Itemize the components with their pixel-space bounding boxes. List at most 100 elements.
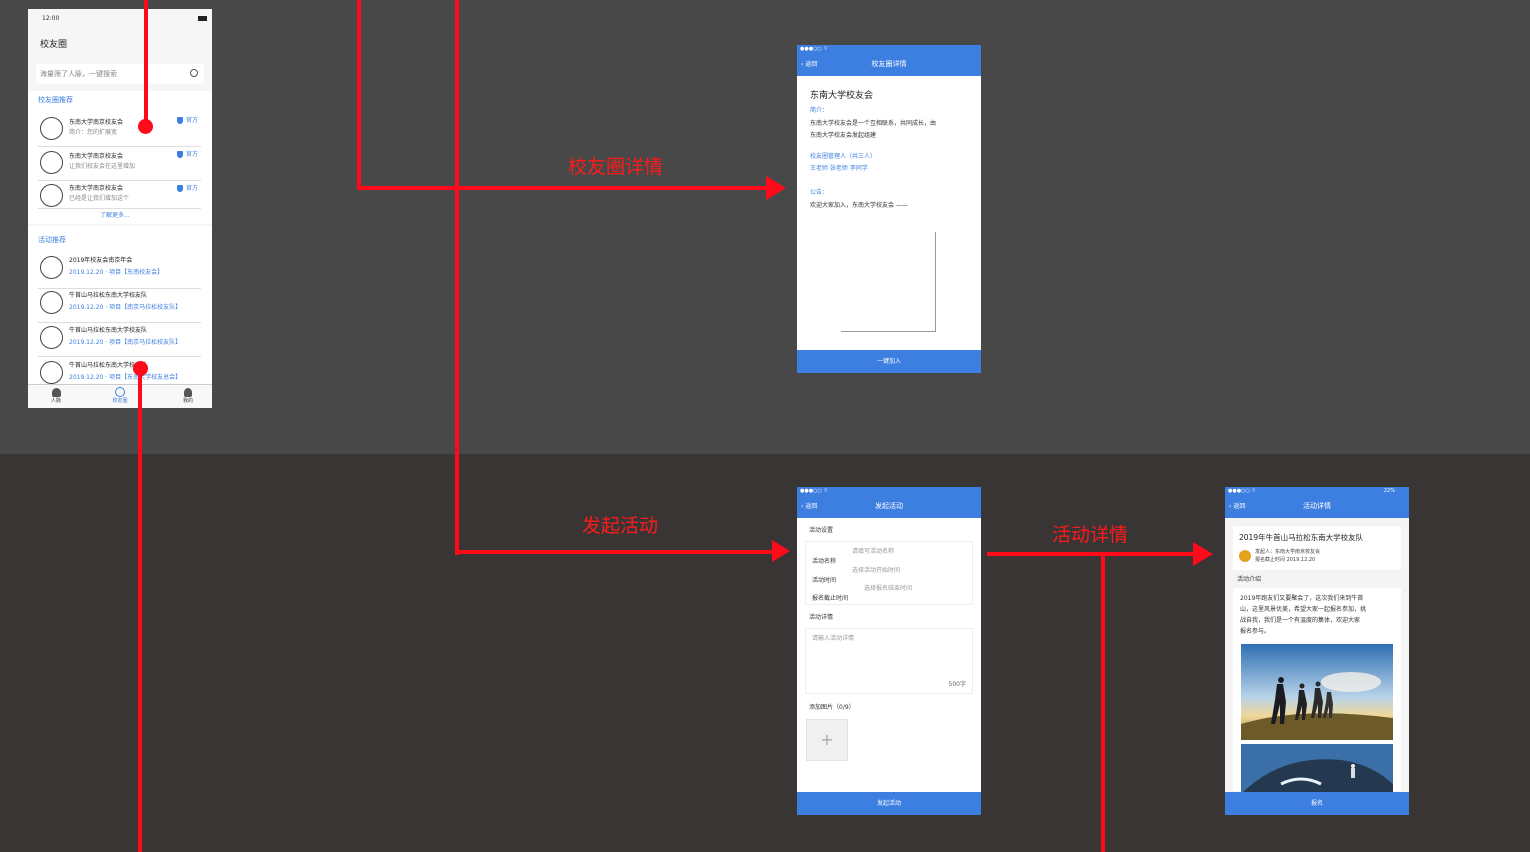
add-person-icon [51,388,61,397]
battery-icon [198,16,207,21]
screen-alumni-list: 12:00 校友圈 海量筛了人脉，一键搜索 校友圈推荐 东南大学南京校友会 简介… [28,9,212,408]
flow-line [455,0,459,555]
event-name: 2019年校友会南京年会 [69,257,133,264]
host-deadline: 报名截止时间 2019.12.20 [1255,557,1316,563]
host-avatar [1239,550,1251,562]
shield-icon [177,151,183,158]
flow-line [144,0,148,127]
screen-create-event: ●●●○○ ⌔ ‹ 返回 发起活动 活动设置 活动名称 请填写活动名称 活动时间… [797,487,981,815]
flow-label-create-event: 发起活动 [582,515,659,537]
avatar [40,256,63,279]
nav-title: 发起活动 [875,502,903,510]
event-name-field[interactable]: 活动名称 请填写活动名称 [812,548,968,565]
signup-button[interactable]: 报名 [1225,792,1409,815]
status-bar: ●●●○○ ⌔ 22% [1228,488,1395,494]
event-meta: 2019.12.20 · 项目【南京马拉松校友队】 [69,339,182,346]
club-section: 校友圈推荐 东南大学南京校友会 简介：您的扩展宽 官方 东南大学南京校友会 让我… [28,91,212,224]
textarea-placeholder: 请输入活动详情 [812,635,855,642]
event-meta: 2019.12.20 · 项目【东南校友会】 [69,269,164,276]
avatar [40,361,63,384]
flow-line [138,368,142,852]
search-icon [190,69,198,77]
event-section: 活动推荐 2019年校友会南京年会 2019.12.20 · 项目【东南校友会】… [28,226,212,384]
launch-event-button[interactable]: 发起活动 [797,792,981,815]
official-badge: 官方 [186,117,199,124]
notice-label: 公告： [810,189,829,196]
tab-label: 人脉 [50,398,61,404]
circle-icon [115,387,125,397]
section-add-image: 添加图片（0/9） [809,704,855,711]
upper-panel [0,0,1530,454]
intro-text: 东南大学校友会是一个互相联系，共同成长，由 [810,120,937,127]
join-button[interactable]: 一键加入 [797,350,981,373]
flow-line [455,550,773,554]
event-item[interactable]: 牛首山马拉松东南大学校友队 2019.12.20 · 项目【南京马拉松校友队】 [28,322,212,356]
club-item[interactable]: 东南大学南京校友会 让我们校友会在这里增加 官方 [28,147,212,179]
club-desc: 简介：您的扩展宽 [69,129,118,136]
tab-label: 校友圈 [112,398,128,404]
section-event-detail: 活动详情 [809,614,834,621]
host-name: 发起人：东南大学南京校友会 [1255,549,1321,555]
shield-icon [177,117,183,124]
status-bar: ●●●○○ ⌔ [800,488,829,494]
event-title: 2019年牛首山马拉松东南大学校友队 [1239,533,1364,542]
club-item[interactable]: 东南大学南京校友会 简介：您的扩展宽 官方 [28,111,212,145]
tab-me[interactable]: 我的 [176,387,200,407]
event-item[interactable]: 牛首山马拉松东南大学校友队 2019.12.20 · 项目【南京马拉松校友队】 [28,287,212,321]
event-name: 牛首山马拉松东南大学校友队 [69,327,148,334]
club-desc: 让我们校友会在这里增加 [69,163,136,170]
battery-level: 22% [1383,488,1395,494]
flow-label-club-detail: 校友圈详情 [568,156,664,178]
event-header-card: 2019年牛首山马拉松东南大学校友队 发起人：东南大学南京校友会 报名截止时间 … [1233,526,1401,570]
flow-node [133,361,148,376]
section-event-intro: 活动介绍 [1237,576,1262,583]
detail-textarea[interactable]: 请输入活动详情 500字 [805,628,973,694]
event-time-field[interactable]: 活动时间 选择活动开始时间 [812,567,968,584]
official-badge: 官方 [186,185,199,192]
search-input[interactable]: 海量筛了人脉，一键搜索 [36,64,204,84]
deadline-field[interactable]: 报名截止时间 选择报名结束时间 [812,585,968,602]
flow-label-event-detail: 活动详情 [1052,524,1129,546]
field-label: 活动名称 [812,558,837,565]
club-title: 东南大学校友会 [810,91,874,101]
club-desc: 已经是让我们增加这个 [69,195,130,202]
status-time: 12:00 [42,15,60,22]
section-title-clubs: 校友圈推荐 [38,96,73,104]
add-image-button[interactable]: + [806,719,848,761]
tab-alumni-circle[interactable]: 校友圈 [108,387,132,407]
nav-title: 活动详情 [1303,502,1331,510]
nav-bar: ●●●○○ ⌔ ‹ 返回 校友圈详情 [797,45,981,76]
club-name: 东南大学南京校友会 [69,185,124,192]
image-placeholder [841,232,936,332]
intro-paragraph: 战自我，我们是一个有温度的集体，欢迎大家 [1240,617,1361,624]
settings-card: 活动名称 请填写活动名称 活动时间 选择活动开始时间 报名截止时间 选择报名结束… [805,541,973,605]
avatar [40,326,63,349]
tab-label: 我的 [182,398,193,404]
flow-line [357,0,361,190]
person-icon [184,388,192,397]
search-placeholder: 海量筛了人脉，一键搜索 [40,70,117,78]
intro-text: 东南大学校友会发起组建 [810,132,877,139]
screen-club-detail: ●●●○○ ⌔ ‹ 返回 校友圈详情 东南大学校友会 简介： 东南大学校友会是一… [797,45,981,373]
event-meta: 2019.12.20 · 项目【东南大学校友总会】 [69,374,182,381]
event-item[interactable]: 2019年校友会南京年会 2019.12.20 · 项目【东南校友会】 [28,252,212,286]
admin-names[interactable]: 王老师 张老师 李同学 [810,165,868,173]
official-badge: 官方 [186,151,199,158]
event-name: 牛首山马拉松东南大学校友队 [69,292,148,299]
divider [38,208,201,209]
flow-node [138,119,153,134]
char-counter: 500字 [948,681,966,688]
section-title-events: 活动推荐 [38,236,66,244]
intro-card: 2019年跑友们又要聚会了，这次我们来到牛首 山，这里风景优美，希望大家一起报名… [1233,588,1401,794]
shield-icon [177,185,183,192]
tab-contacts[interactable]: 人脉 [44,387,68,407]
avatar [40,291,63,314]
more-link[interactable]: 了解更多... [100,212,130,220]
notice-text: 欢迎大家加入，东南大学校友会 —— [810,202,908,209]
tab-bar: 人脉 校友圈 我的 [28,384,212,408]
avatar [40,151,63,174]
section-event-settings: 活动设置 [809,527,834,534]
intro-paragraph: 2019年跑友们又要聚会了，这次我们来到牛首 [1240,595,1364,602]
hiking-photo [1241,644,1393,740]
arrow-head [772,540,790,562]
